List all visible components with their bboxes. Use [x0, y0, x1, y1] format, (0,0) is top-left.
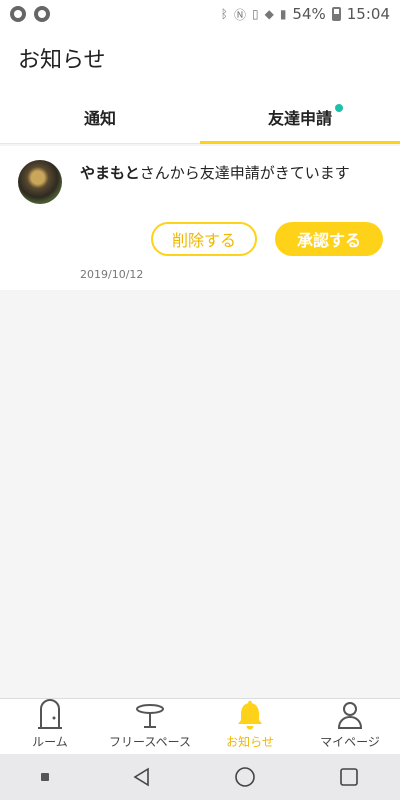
- battery-percent: 54%: [292, 5, 326, 23]
- tab-label: 通知: [83, 108, 116, 128]
- tab-bar: 通知 友達申請: [0, 90, 400, 144]
- nav-label: お知らせ: [226, 735, 274, 749]
- recent-dot-icon[interactable]: [41, 773, 50, 781]
- clock: 15:04: [346, 5, 390, 23]
- table-icon: [136, 704, 164, 728]
- nav-item-room[interactable]: ルーム: [0, 699, 100, 754]
- signal-icon: ▮: [279, 7, 287, 21]
- nav-label: ルーム: [32, 735, 68, 749]
- overview-icon[interactable]: [339, 767, 359, 787]
- requester-name: やまもと: [80, 164, 140, 182]
- nav-label: マイページ: [320, 735, 380, 749]
- tab-notifications[interactable]: 通知: [0, 90, 200, 143]
- vibrate-icon: ▯: [251, 7, 259, 21]
- avatar[interactable]: [18, 160, 62, 204]
- nav-item-free-space[interactable]: フリースペース: [100, 699, 200, 754]
- bell-icon: [238, 700, 262, 730]
- battery-icon: [331, 7, 341, 21]
- home-icon[interactable]: [234, 766, 256, 788]
- status-bar: ᛒ Ⓝ ▯ ◆ ▮ 54% 15:04: [0, 0, 400, 28]
- tab-label: 友達申請: [267, 108, 332, 128]
- bottom-nav: ルーム フリースペース お知らせ マイページ: [0, 698, 400, 754]
- page-title: お知らせ: [18, 48, 106, 73]
- message-text: さんから友達申請がきています: [139, 164, 350, 182]
- system-nav-bar: [0, 754, 400, 800]
- delete-button[interactable]: 削除する: [151, 222, 257, 256]
- bluetooth-icon: ᛒ: [220, 7, 228, 21]
- status-right: ᛒ Ⓝ ▯ ◆ ▮ 54% 15:04: [221, 5, 390, 23]
- nfc-icon: Ⓝ: [233, 7, 246, 22]
- nav-label: フリースペース: [109, 735, 191, 749]
- person-icon: [337, 702, 363, 729]
- new-dot-badge: [335, 104, 343, 112]
- app-notification-icon: [10, 6, 26, 22]
- header: お知らせ: [0, 28, 400, 90]
- door-icon: [38, 699, 62, 729]
- request-date: 2019/10/12: [80, 268, 144, 281]
- friend-request-card: やまもとさんから友達申請がきています 削除する 承認する 2019/10/12: [0, 146, 400, 290]
- nav-item-notifications[interactable]: お知らせ: [200, 699, 300, 754]
- nav-item-mypage[interactable]: マイページ: [300, 699, 400, 754]
- request-message: やまもとさんから友達申請がきています: [80, 162, 350, 183]
- back-icon[interactable]: [132, 767, 152, 787]
- wifi-icon: ◆: [264, 7, 274, 21]
- tab-friend-requests[interactable]: 友達申請: [200, 90, 400, 144]
- status-left: [10, 6, 50, 22]
- app-notification-icon: [34, 6, 50, 22]
- approve-button[interactable]: 承認する: [275, 222, 383, 256]
